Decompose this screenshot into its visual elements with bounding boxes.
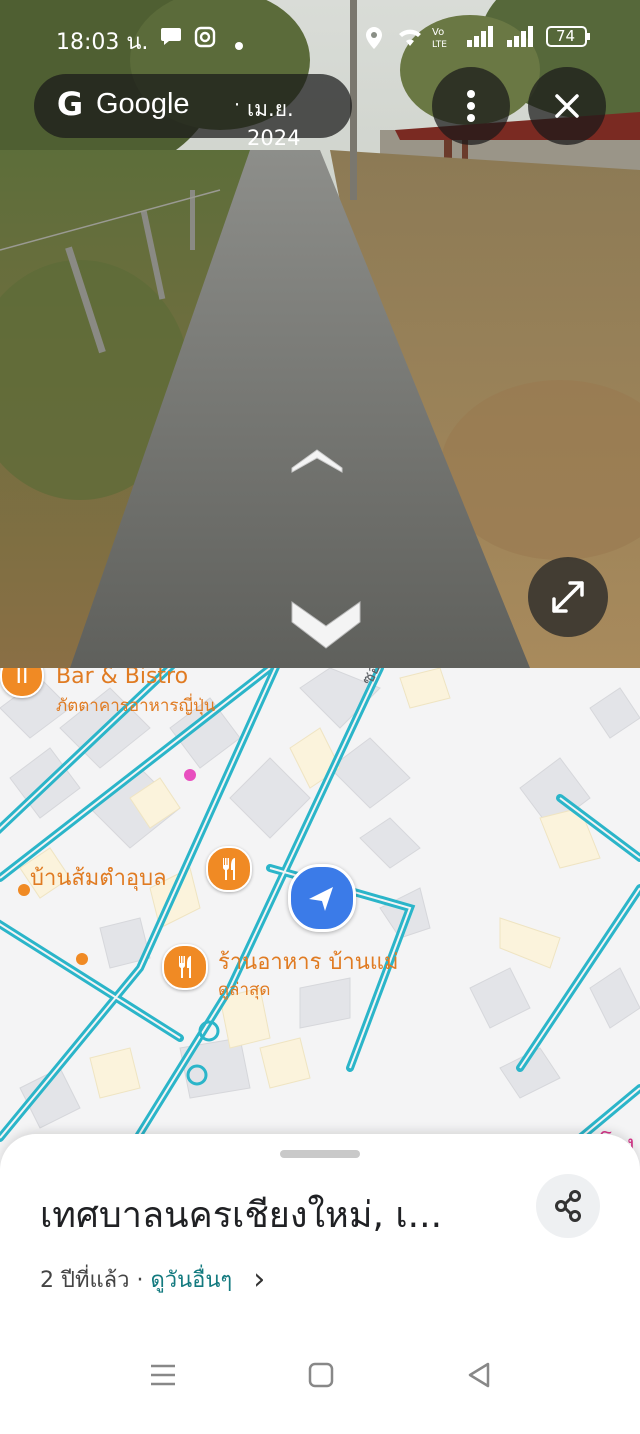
close-icon (555, 94, 579, 118)
wifi-icon (396, 26, 424, 54)
battery-level: 74 (556, 27, 576, 45)
system-nav-bar (0, 1340, 640, 1425)
map-label-most-viewed: ดูล่าสุด (218, 980, 271, 1000)
map-label-japanese-restaurant[interactable]: ภัตตาคารอาหารญี่ปุ่น (56, 692, 215, 719)
svg-text:LTE: LTE (432, 40, 447, 50)
move-forward-arrow[interactable] (288, 444, 346, 474)
signal-icon (466, 26, 496, 54)
fork-knife-icon (222, 858, 235, 880)
more-vert-icon (467, 90, 475, 122)
fork-knife-icon (178, 956, 191, 978)
dot-icon (234, 32, 244, 57)
move-back-arrow[interactable] (288, 596, 364, 652)
menu-icon[interactable] (148, 1360, 178, 1394)
status-bar: 18:03 น. Vo LTE 74 (0, 22, 640, 57)
brand-name: Google (96, 88, 190, 120)
navigation-arrow-icon (309, 887, 333, 911)
meta-separator: · (136, 1268, 144, 1293)
close-button[interactable] (528, 67, 606, 145)
sheet-drag-handle[interactable] (280, 1150, 360, 1158)
map-label-bar-bistro[interactable]: Bar & Bistro (56, 668, 188, 689)
back-icon[interactable] (464, 1360, 494, 1394)
more-options-button[interactable] (432, 67, 510, 145)
chat-icon (160, 26, 182, 52)
expand-icon (552, 581, 584, 613)
map-label-somtum[interactable]: บ้านส้มตำอุบล (30, 860, 167, 895)
separator-dot: · (234, 94, 241, 116)
restaurant-poi-somtum[interactable] (206, 846, 252, 892)
street-view-panel[interactable]: 18:03 น. Vo LTE 74 G Google · เม.ย. 2024 (0, 0, 640, 668)
status-time: 18:03 น. (56, 30, 149, 55)
svg-text:Vo: Vo (432, 27, 444, 38)
expand-button[interactable] (528, 557, 608, 637)
share-button[interactable] (536, 1174, 600, 1238)
see-other-dates-link[interactable]: ดูวันอื่นๆ (150, 1268, 232, 1293)
image-meta: 2 ปีที่แล้ว · ดูวันอื่นๆ › (40, 1262, 265, 1297)
battery-icon: 74 (546, 26, 592, 54)
fork-knife-icon: ꟾꟾ (15, 668, 29, 689)
current-view-marker[interactable] (288, 864, 356, 932)
share-icon (555, 1190, 581, 1222)
home-icon[interactable] (306, 1360, 336, 1394)
google-g-logo: G (56, 85, 84, 123)
signal-icon (506, 26, 536, 54)
streetview-title-pill[interactable]: G Google · เม.ย. 2024 (34, 74, 352, 150)
place-title: เทศบาลนครเชียงใหม่, เ... (40, 1195, 443, 1236)
capture-date: เม.ย. 2024 (247, 97, 301, 150)
image-age: 2 ปีที่แล้ว (40, 1268, 130, 1293)
chevron-right-icon[interactable]: › (253, 1262, 265, 1297)
map-panel[interactable]: ꟾꟾ Bar & Bistro ภัตตาคารอาหารญี่ปุ่น ซอย… (0, 668, 640, 1188)
map-label-baanmae[interactable]: ร้านอาหาร บ้านแม่ (218, 944, 398, 979)
instagram-icon (194, 26, 216, 54)
location-icon (364, 26, 384, 56)
volte-icon: Vo LTE (432, 24, 458, 56)
restaurant-poi-baanmae[interactable] (162, 944, 208, 990)
